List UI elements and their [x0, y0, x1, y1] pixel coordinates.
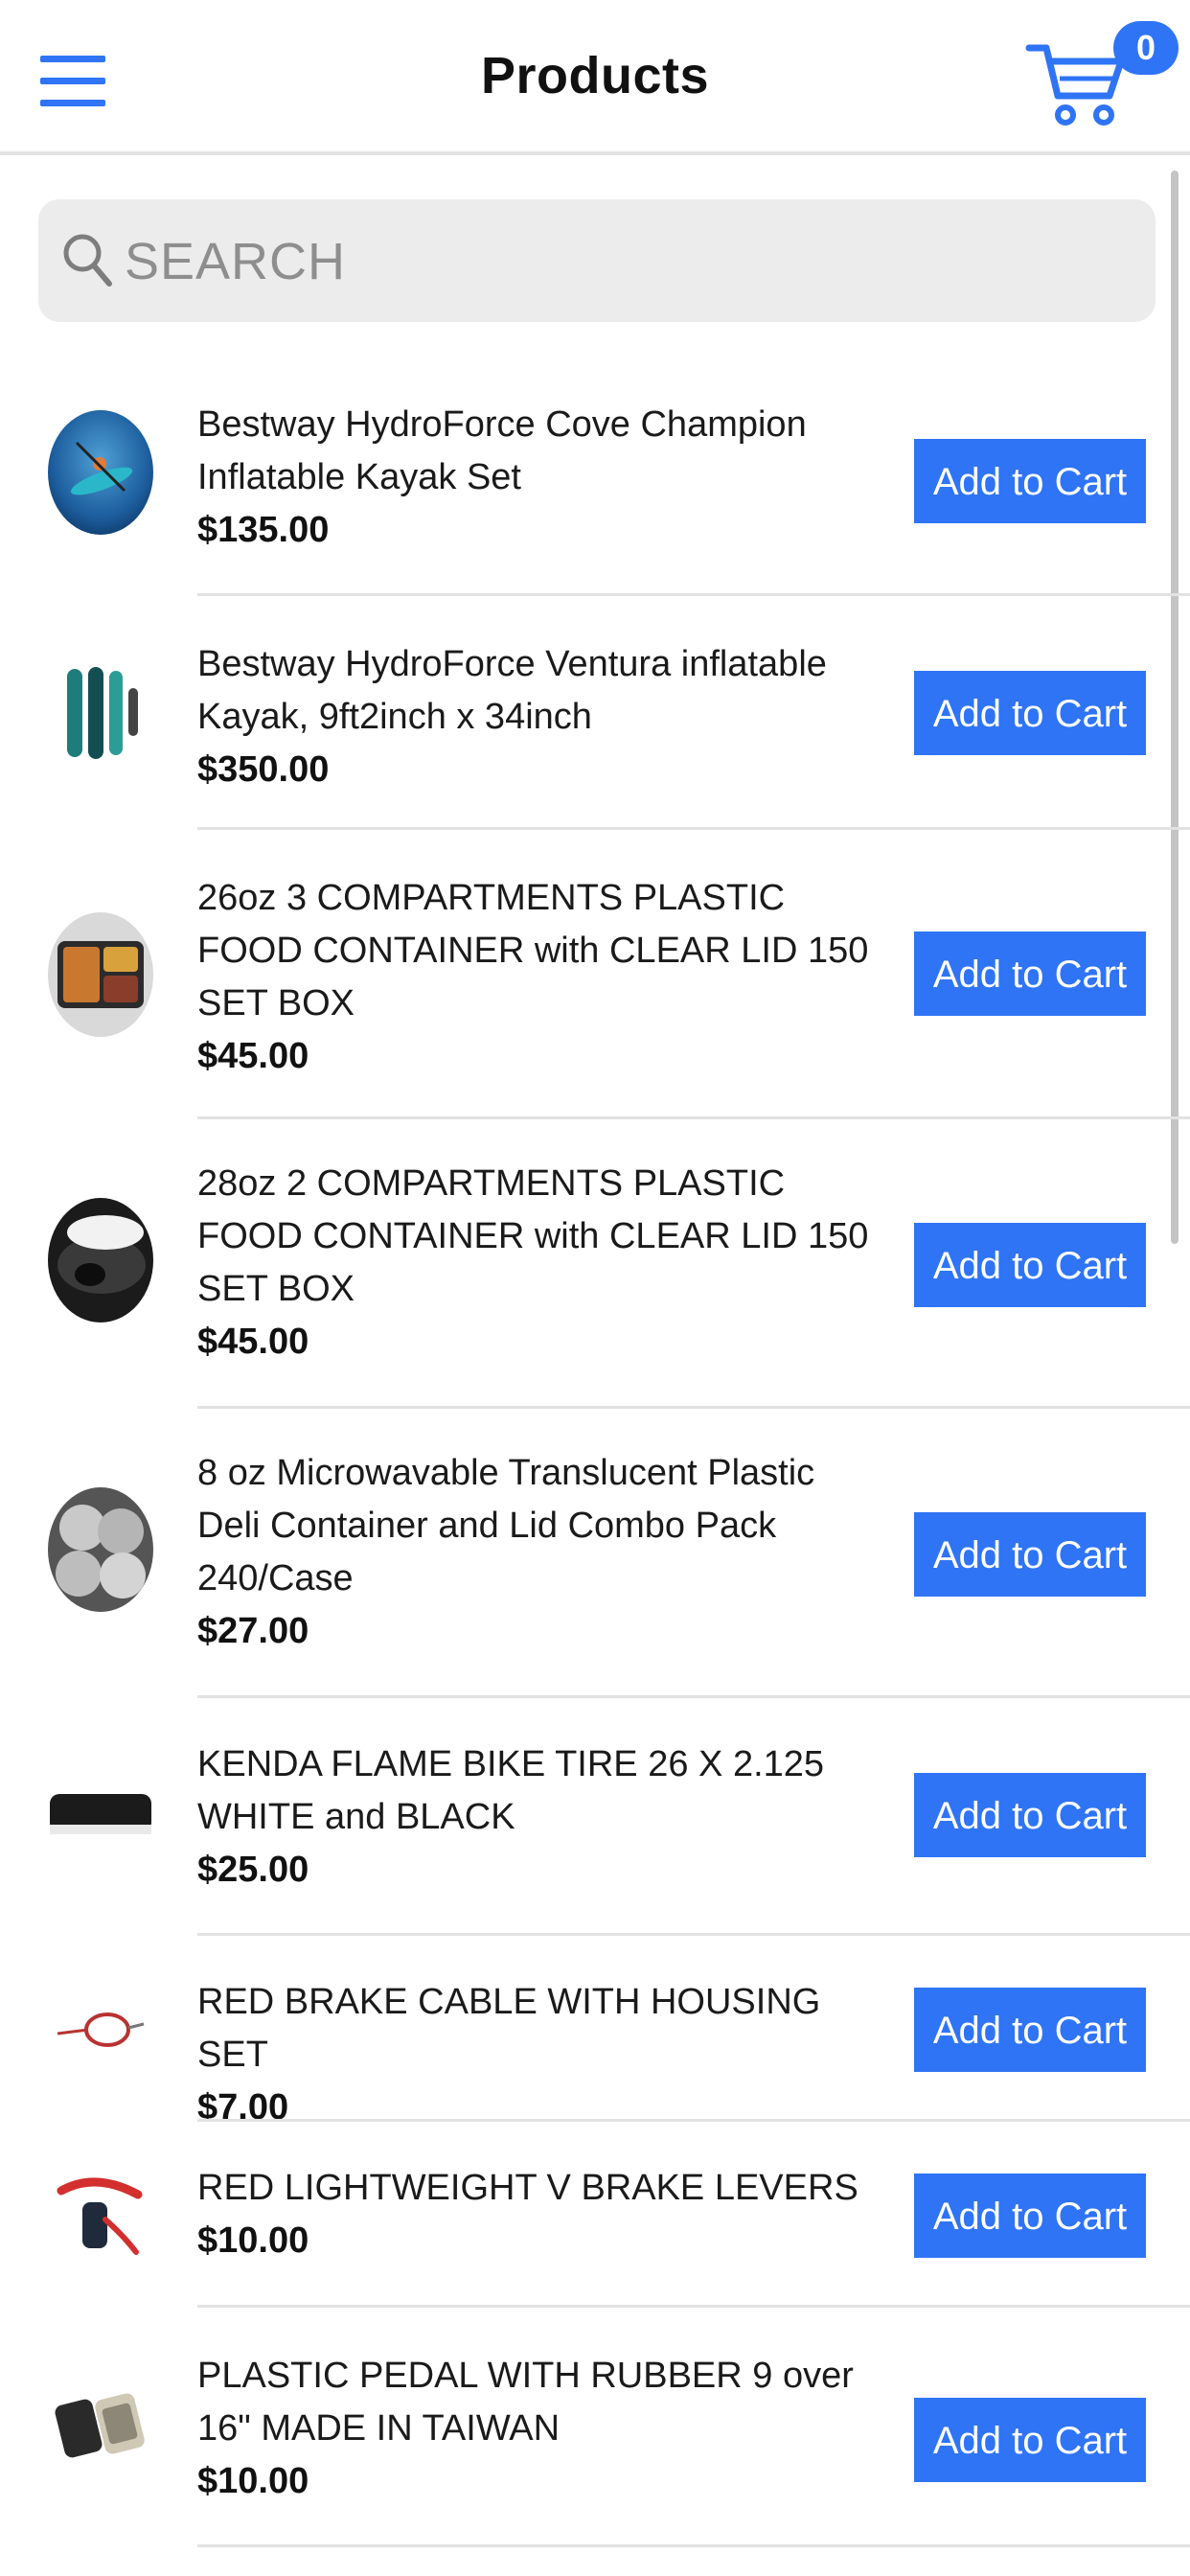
- product-list: Bestway HydroForce Cove Champion Inflata…: [0, 351, 1190, 2547]
- product-name: RED LIGHTWEIGHT V BRAKE LEVERS: [197, 2168, 858, 2208]
- product-name: 8 oz Microwavable Translucent Plastic De…: [197, 1453, 815, 1598]
- product-image: [48, 1198, 153, 1322]
- list-item: 26oz 3 COMPARTMENTS PLASTIC FOOD CONTAIN…: [0, 830, 1190, 1119]
- add-to-cart-button[interactable]: Add to Cart: [914, 1512, 1146, 1597]
- list-item: RED LIGHTWEIGHT V BRAKE LEVERS $10.00 Ad…: [0, 2122, 1190, 2308]
- product-price: $10.00: [197, 2461, 309, 2501]
- cart-count-badge: 0: [1113, 21, 1179, 75]
- add-to-cart-button[interactable]: Add to Cart: [914, 1773, 1146, 1857]
- add-to-cart-button[interactable]: Add to Cart: [914, 671, 1146, 755]
- list-item: Bestway HydroForce Cove Champion Inflata…: [0, 351, 1190, 596]
- product-price: $27.00: [197, 1611, 309, 1651]
- product-price: $45.00: [197, 1322, 309, 1362]
- list-item: RED BRAKE CABLE WITH HOUSING SET $7.00 A…: [0, 1936, 1190, 2128]
- product-image: [48, 1966, 153, 2091]
- list-item: KENDA FLAME BIKE TIRE 26 X 2.125 WHITE a…: [0, 1698, 1190, 1936]
- search-icon: [63, 234, 112, 287]
- list-item: Bestway HydroForce Ventura inflatable Ka…: [0, 596, 1190, 830]
- product-image: [48, 1754, 153, 1878]
- product-image: [48, 2152, 153, 2277]
- product-price: $45.00: [197, 1036, 309, 1076]
- add-to-cart-button[interactable]: Add to Cart: [914, 439, 1146, 523]
- add-to-cart-button[interactable]: Add to Cart: [914, 932, 1146, 1016]
- add-to-cart-button[interactable]: Add to Cart: [914, 1988, 1146, 2072]
- list-item: 28oz 2 COMPARTMENTS PLASTIC FOOD CONTAIN…: [0, 1119, 1190, 1409]
- product-name: KENDA FLAME BIKE TIRE 26 X 2.125 WHITE a…: [197, 1744, 825, 1837]
- product-name: RED BRAKE CABLE WITH HOUSING SET: [197, 1982, 821, 2075]
- add-to-cart-button[interactable]: Add to Cart: [914, 2398, 1146, 2482]
- add-to-cart-button[interactable]: Add to Cart: [914, 1223, 1146, 1307]
- search-input[interactable]: [123, 213, 1123, 310]
- product-image: [48, 410, 153, 535]
- product-name: PLASTIC PEDAL WITH RUBBER 9 over 16" MAD…: [197, 2356, 854, 2449]
- product-name: 26oz 3 COMPARTMENTS PLASTIC FOOD CONTAIN…: [197, 878, 869, 1024]
- product-price: $350.00: [197, 749, 330, 790]
- product-name: Bestway HydroForce Cove Champion Inflata…: [197, 404, 807, 497]
- product-price: $25.00: [197, 1850, 309, 1890]
- product-price: $10.00: [197, 2220, 309, 2261]
- page-title: Products: [480, 47, 710, 104]
- list-item: PLASTIC PEDAL WITH RUBBER 9 over 16" MAD…: [0, 2308, 1190, 2547]
- product-image: [48, 650, 153, 774]
- product-image: [48, 2363, 153, 2488]
- search-bar: [38, 199, 1156, 322]
- product-name: 28oz 2 COMPARTMENTS PLASTIC FOOD CONTAIN…: [197, 1163, 869, 1309]
- app-header: Products 0: [0, 0, 1190, 155]
- list-item: 8 oz Microwavable Translucent Plastic De…: [0, 1409, 1190, 1698]
- product-name: Bestway HydroForce Ventura inflatable Ka…: [197, 644, 827, 737]
- product-image: [48, 1487, 153, 1612]
- add-to-cart-button[interactable]: Add to Cart: [914, 2174, 1146, 2258]
- product-price: $135.00: [197, 510, 330, 550]
- product-image: [48, 912, 153, 1037]
